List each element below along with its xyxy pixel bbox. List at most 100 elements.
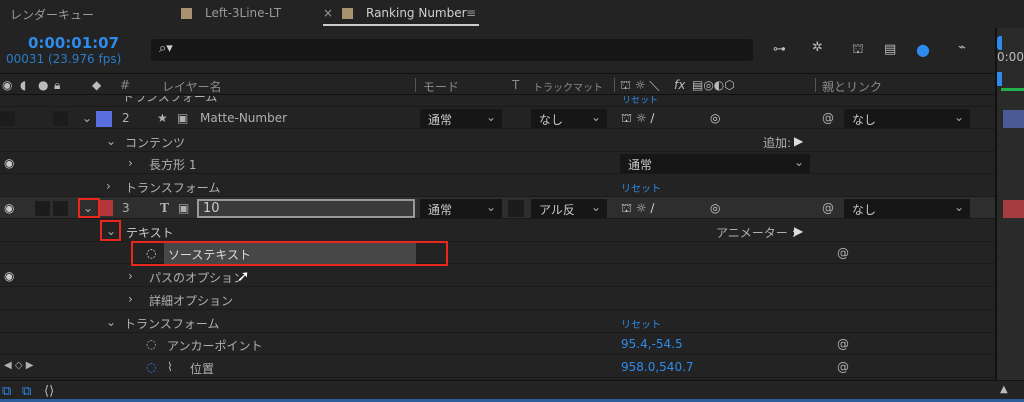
stopwatch-icon[interactable]: ◌ xyxy=(146,337,156,351)
frame-blending-icon[interactable]: ▤ xyxy=(884,42,896,57)
mode-dropdown[interactable]: 通常 ⌄ xyxy=(420,199,502,218)
property-row-source-text[interactable]: ◌ ソーステキスト @ xyxy=(0,241,995,266)
timeline-area[interactable]: 0:00f xyxy=(995,28,1024,380)
blend-mode-dropdown[interactable]: 通常 ⌄ xyxy=(620,154,810,173)
property-row-path[interactable]: ◉ › パスのオプション ➚ xyxy=(0,265,995,287)
property-row-contents[interactable]: ⌄ コンテンツ 追加: ▶ xyxy=(0,130,995,152)
draft-3d-icon[interactable]: ✲ xyxy=(812,40,823,55)
time-navigator[interactable] xyxy=(997,72,1002,86)
motion-blur-icon[interactable]: ● xyxy=(916,40,930,59)
tab-bar: レンダーキュー Left-3Line-LT × Ranking Number ≡ xyxy=(0,0,1024,28)
shape-layer-star-icon: ★ xyxy=(157,111,168,125)
layer-switches-toggle-icon[interactable]: ⧉ xyxy=(2,384,11,399)
parent-dropdown[interactable]: なし ⌄ xyxy=(844,199,970,218)
pick-whip-icon[interactable]: @ xyxy=(837,360,849,374)
solo-column-icon: ● xyxy=(38,78,49,92)
property-row-detail[interactable]: › 詳細オプション xyxy=(0,288,995,310)
layer-type-icon: ▣ xyxy=(178,201,190,215)
layer-row-2[interactable]: ⌄ 2 ★ ▣ Matte-Number 通常 ⌄ なし ⌄ ⛫ ☼ ∕ ◎ @ な… xyxy=(0,107,995,129)
switches-icons-2: ▤◎◐⬡ xyxy=(692,78,735,92)
expand-chevron-icon[interactable]: › xyxy=(106,179,111,193)
switch-icons[interactable]: ⛫ ☼ ∕ xyxy=(621,111,654,127)
preserve-transparency[interactable] xyxy=(508,200,524,217)
track-matte-dropdown[interactable]: なし ⌄ xyxy=(531,109,607,128)
current-time[interactable]: 0:00:01:07 xyxy=(28,34,119,52)
lock-switch xyxy=(53,201,68,216)
zoom-mountain-icon[interactable]: ▲ xyxy=(1000,384,1008,395)
shy-layers-icon[interactable]: ⛫ xyxy=(852,42,864,59)
highlight-box xyxy=(131,241,448,266)
switch-icons[interactable]: ⛫ ☼ ∕ xyxy=(621,201,654,217)
pick-whip-icon[interactable]: @ xyxy=(822,201,834,215)
chevron-down-icon: ⌄ xyxy=(485,200,496,214)
property-row-text[interactable]: ⌄ テキスト アニメーター : ▶ xyxy=(0,220,995,242)
expand-chevron-icon[interactable]: › xyxy=(128,269,133,283)
parent-dropdown[interactable]: なし ⌄ xyxy=(844,109,970,128)
reset-link[interactable]: リセット xyxy=(621,180,661,195)
add-play-icon[interactable]: ▶ xyxy=(794,134,803,148)
reset-link[interactable]: リセット xyxy=(621,316,661,331)
pick-whip-icon[interactable]: @ xyxy=(837,246,849,260)
expand-chevron-icon[interactable]: › xyxy=(128,292,133,306)
property-row-rect[interactable]: ◉ › 長方形 1 通常 ⌄ xyxy=(0,152,995,174)
label-color[interactable] xyxy=(100,200,113,216)
tab-left-3line-lt[interactable]: Left-3Line-LT xyxy=(205,6,281,20)
property-label: テキスト xyxy=(126,226,174,240)
tab-render-queue[interactable]: レンダーキュー xyxy=(10,6,94,23)
eye-icon[interactable]: ◉ xyxy=(4,201,14,215)
col-t: T xyxy=(512,78,520,92)
layer-number: 2 xyxy=(122,111,130,125)
tab-ranking-number[interactable]: Ranking Number xyxy=(366,6,467,20)
motion-blur-switch-icon[interactable]: ◎ xyxy=(710,201,720,215)
track-matte-dropdown[interactable]: アル反 ⌄ xyxy=(531,199,607,218)
pick-whip-icon[interactable]: @ xyxy=(837,337,849,351)
animator-play-icon[interactable]: ▶ xyxy=(794,224,803,238)
keyframe-nav-icons[interactable]: ◀ ◇ ▶ xyxy=(4,360,33,371)
layer-3-bar[interactable] xyxy=(1003,200,1024,218)
work-area-start[interactable] xyxy=(997,36,1002,50)
layer-2-bar[interactable] xyxy=(1003,110,1024,128)
property-row[interactable]: トランスフォーム リセット xyxy=(0,96,995,107)
layer-row-3[interactable]: ◉ ⌄ 3 T ▣ 10 通常 ⌄ アル反 ⌄ ⛫ ☼ ∕ ◎ @ なし ⌄ xyxy=(0,197,995,219)
property-value[interactable]: 958.0,540.7 xyxy=(621,360,694,374)
bottom-toolbar: ⧉ ⧉ ⟨⟩ ▲ xyxy=(0,380,1024,402)
label-color[interactable] xyxy=(96,111,112,127)
property-value[interactable]: 95.4,-54.5 xyxy=(621,337,683,351)
col-divider xyxy=(815,78,816,92)
col-layer-name[interactable]: レイヤー名 xyxy=(162,78,222,95)
eye-icon[interactable]: ◉ xyxy=(4,269,14,283)
collapse-chevron-icon[interactable]: ⌄ xyxy=(82,111,92,125)
layer-name-input[interactable]: 10 xyxy=(197,199,415,218)
expand-chevron-icon[interactable]: ⌄ xyxy=(106,134,116,148)
switches-icons: ⛫ ☼ ⟍ xyxy=(620,78,660,92)
property-label: トランスフォーム xyxy=(124,317,220,331)
graph-editor-icon[interactable]: ⌁ xyxy=(958,40,966,55)
active-tab-underline xyxy=(323,24,479,26)
time-ruler-label: 0:00f xyxy=(997,50,1024,64)
property-row-transform[interactable]: › トランスフォーム リセット xyxy=(0,175,995,197)
matte-value: アル反 xyxy=(539,203,575,217)
property-row-transform[interactable]: ⌄ トランスフォーム リセット xyxy=(0,311,995,333)
property-label: 詳細オプション xyxy=(149,294,234,308)
pick-whip-icon[interactable]: @ xyxy=(822,111,834,125)
graph-icon[interactable]: ⌇ xyxy=(167,360,173,374)
expand-chevron-icon[interactable]: › xyxy=(128,156,133,170)
mode-dropdown[interactable]: 通常 ⌄ xyxy=(420,109,502,128)
property-label: トランスフォーム xyxy=(125,181,221,195)
search-input[interactable]: ⌕▾ xyxy=(151,39,753,61)
eye-icon[interactable]: ◉ xyxy=(4,156,14,170)
in-out-toggle-icon[interactable]: ⟨⟩ xyxy=(44,384,54,399)
composition-flowchart-icon[interactable]: ⊶ xyxy=(773,42,786,57)
reset-link[interactable]: リセット xyxy=(622,96,658,106)
frame-info: 00031 (23.976 fps) xyxy=(6,52,122,66)
col-divider xyxy=(614,78,615,92)
close-tab-icon[interactable]: × xyxy=(323,6,333,20)
property-row-position[interactable]: ◀ ◇ ▶ ◌ ⌇ 位置 958.0,540.7 @ xyxy=(0,356,995,378)
property-row-anchor[interactable]: ◌ アンカーポイント 95.4,-54.5 @ xyxy=(0,333,995,355)
panel-menu-icon[interactable]: ≡ xyxy=(466,6,476,20)
transfer-controls-toggle-icon[interactable]: ⧉ xyxy=(22,384,31,399)
layer-name[interactable]: Matte-Number xyxy=(200,111,287,125)
stopwatch-active-icon[interactable]: ◌ xyxy=(146,360,156,374)
expand-chevron-icon[interactable]: ⌄ xyxy=(106,315,116,329)
motion-blur-switch-icon[interactable]: ◎ xyxy=(710,111,720,125)
